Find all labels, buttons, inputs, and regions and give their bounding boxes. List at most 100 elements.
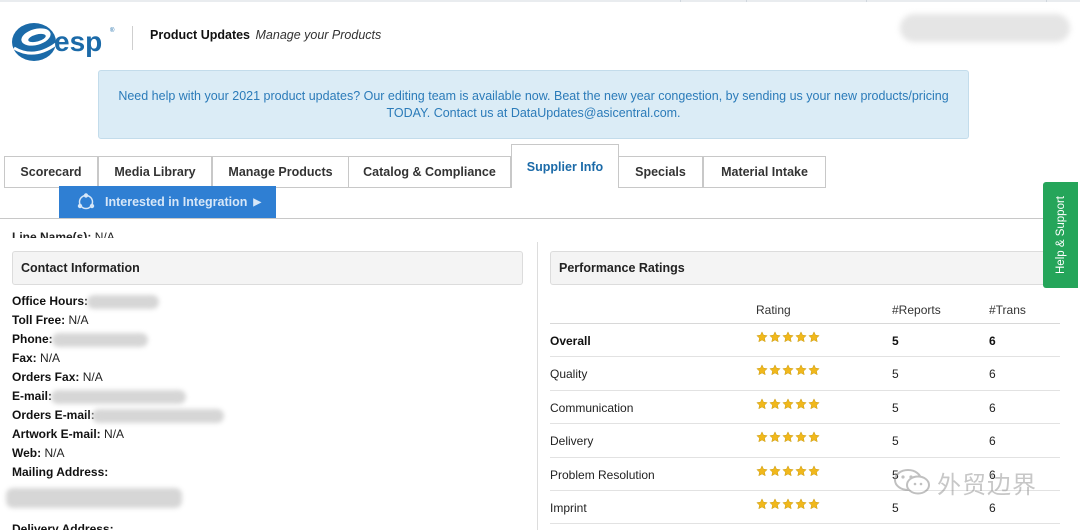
star-icon [769,498,781,510]
rating-category: Communication [550,400,634,415]
help-support-tab[interactable]: Help & Support [1043,182,1078,288]
redacted-value [51,389,187,404]
tab-catalog-compliance[interactable]: Catalog & Compliance [348,156,511,188]
reports-count: 5 [892,334,899,348]
star-icon [782,364,794,376]
star-rating [756,464,820,477]
wechat-icon [894,469,930,495]
star-icon [782,464,794,476]
line-names-row: Line Name(s): N/A [12,228,115,238]
column-divider [537,242,538,530]
orders-email-label: Orders E-mail: [12,408,95,422]
rating-row: Quality 5 6 [550,357,1060,391]
tab-supplier-info[interactable]: Supplier Info [511,144,619,188]
contact-info-header: Contact Information [12,251,523,285]
rating-row: Communication 5 6 [550,391,1060,425]
reports-count: 5 [892,500,899,515]
rating-category: Quality [550,367,588,382]
delivery-address-row: Delivery Address: [12,520,522,530]
performance-ratings-header: Performance Ratings [550,251,1046,285]
play-arrow-icon: ▶ [253,196,262,208]
integration-button[interactable]: Interested in Integration ▶ [59,186,276,218]
mailing-address-row: Mailing Address: [12,463,522,482]
star-icon [782,431,794,443]
star-icon [808,464,820,476]
star-icon [782,498,794,510]
trans-count: 6 [989,500,996,515]
star-icon [756,498,768,510]
email-row: E-mail: [12,387,522,406]
star-rating [756,498,820,510]
star-icon [769,398,781,409]
star-icon [795,498,807,510]
phone-label: Phone: [12,332,53,346]
header: esp ® Product Updates Manage your Produc… [0,2,1080,68]
performance-ratings-heading: Performance Ratings [559,261,685,275]
star-rating [756,398,820,410]
banner-line-1: Need help with your 2021 product updates… [118,89,949,103]
esp-logo[interactable]: esp ® [10,18,120,66]
web-value: N/A [44,446,65,460]
star-icon [795,331,807,343]
rating-category: Imprint [550,500,587,515]
star-icon [756,331,768,343]
tab-material-intake[interactable]: Material Intake [703,156,826,188]
office-hours-label: Office Hours: [12,294,89,308]
trans-count: 6 [989,434,996,449]
star-icon [795,398,807,409]
tab-manage-products[interactable]: Manage Products [212,156,349,188]
header-divider [132,26,133,50]
integration-icon [77,193,95,210]
toll-free-value: N/A [68,313,89,327]
redacted-value [87,294,160,309]
star-icon [808,398,820,409]
star-icon [808,364,820,376]
reports-count: 5 [892,367,899,382]
star-icon [756,364,768,376]
tab-specials[interactable]: Specials [618,156,703,188]
page-title-main: Product Updates [150,28,251,42]
rating-row: Overall 5 6 [550,324,1060,358]
redacted-value [6,488,182,508]
star-icon [756,464,768,476]
watermark: 外贸边界 [893,462,1053,502]
star-icon [795,464,807,476]
reports-count: 5 [892,400,899,415]
star-rating [756,431,820,443]
page-title: Product Updates Manage your Products [150,28,381,42]
orders-fax-value: N/A [82,370,103,384]
orders-fax-label: Orders Fax: [12,370,80,384]
office-hours-row: Office Hours: [12,292,522,311]
tab-scorecard[interactable]: Scorecard [4,156,98,188]
fax-label: Fax: [12,351,37,365]
tab-media-library[interactable]: Media Library [98,156,212,188]
help-banner: Need help with your 2021 product updates… [98,70,969,139]
star-icon [769,331,781,343]
svg-text:®: ® [110,27,115,34]
star-rating [756,331,820,343]
star-icon [808,498,820,510]
mailing-address-value-row [6,482,522,520]
star-icon [769,431,781,443]
reports-count: 5 [892,434,899,449]
star-rating [756,364,820,376]
star-icon [808,431,820,443]
star-icon [769,364,781,376]
line-names-label: Line Name(s): [12,230,92,238]
orders-email-row: Orders E-mail: [12,406,522,425]
web-label: Web: [12,446,42,460]
star-icon [782,398,794,409]
user-account-menu[interactable] [900,14,1070,42]
contact-info-heading: Contact Information [21,261,140,275]
trans-count: 6 [989,334,996,348]
svg-text:esp: esp [54,26,102,57]
rating-category: Problem Resolution [550,467,655,482]
rating-column-header: Rating [756,303,791,317]
banner-line-2: TODAY. Contact us at DataUpdates@asicent… [386,106,681,120]
star-icon [782,331,794,343]
star-icon [808,331,820,343]
tabs-baseline [0,218,1050,219]
page-title-sub: Manage your Products [255,28,382,42]
trans-count: 6 [989,400,996,415]
redacted-value [52,332,149,347]
